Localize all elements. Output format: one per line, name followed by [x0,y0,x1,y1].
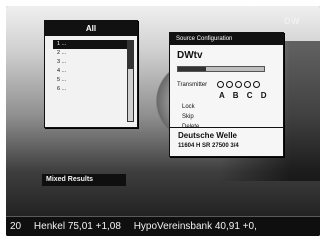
signal-level-fill [178,67,206,71]
channel-list-item[interactable]: 1 ... [53,40,129,49]
radio-button[interactable] [217,81,224,88]
station-info-footer: Deutsche Welle 11604 H SR 27500 3/4 [170,127,283,156]
channel-list-item[interactable]: 3 ... [57,58,137,67]
channel-list-item[interactable]: 6 ... [57,85,137,94]
source-config-body: DWtv Transmitter A B C D Lock Skip Delet… [170,45,283,156]
ticker-item: HypoVereinsbank 40,91 +0, [133,221,257,232]
channel-list-title: All [45,21,137,36]
transmitter-options[interactable] [217,81,260,88]
channel-list-body: 1 ... 2 ... 3 ... 4 ... 5 ... 6 ... [45,36,137,127]
radio-button[interactable] [235,81,242,88]
ticker-item: 20 [10,221,22,232]
channel-list-item[interactable]: 4 ... [57,67,137,76]
radio-button[interactable] [244,81,251,88]
station-name: Deutsche Welle [178,131,237,140]
channel-list-scrollbar[interactable] [127,40,134,122]
ticker-item: Henkel 75,01 +1,08 [33,221,121,232]
station-tuning-info: 11604 H SR 27500 3/4 [178,143,239,149]
lock-option[interactable]: Lock [182,104,195,110]
source-config-title: Source Configuration [170,33,283,45]
skip-option[interactable]: Skip [182,114,194,120]
channel-list-panel: All 1 ... 2 ... 3 ... 4 ... 5 ... 6 ... [44,20,138,128]
transmitter-letters: A B C D [219,91,270,100]
channel-list: 1 ... 2 ... 3 ... 4 ... 5 ... 6 ... [45,36,137,94]
scrollbar-thumb[interactable] [128,41,133,69]
channel-list-item[interactable]: 2 ... [57,49,137,58]
list-caption: Mixed Results [42,174,126,186]
radio-button[interactable] [226,81,233,88]
signal-level-bar [177,66,265,72]
channel-name: DWtv [177,50,203,61]
radio-button[interactable] [253,81,260,88]
source-config-panel: Source Configuration DWtv Transmitter A … [169,32,284,157]
transmitter-label: Transmitter [177,82,208,88]
channel-list-item[interactable]: 5 ... [57,76,137,85]
stock-ticker: 20 Henkel 75,01 +1,08 HypoVereinsbank 40… [6,216,320,236]
channel-logo: DW [284,16,300,26]
tv-screen: DW All 1 ... 2 ... 3 ... 4 ... 5 ... 6 .… [6,6,320,236]
